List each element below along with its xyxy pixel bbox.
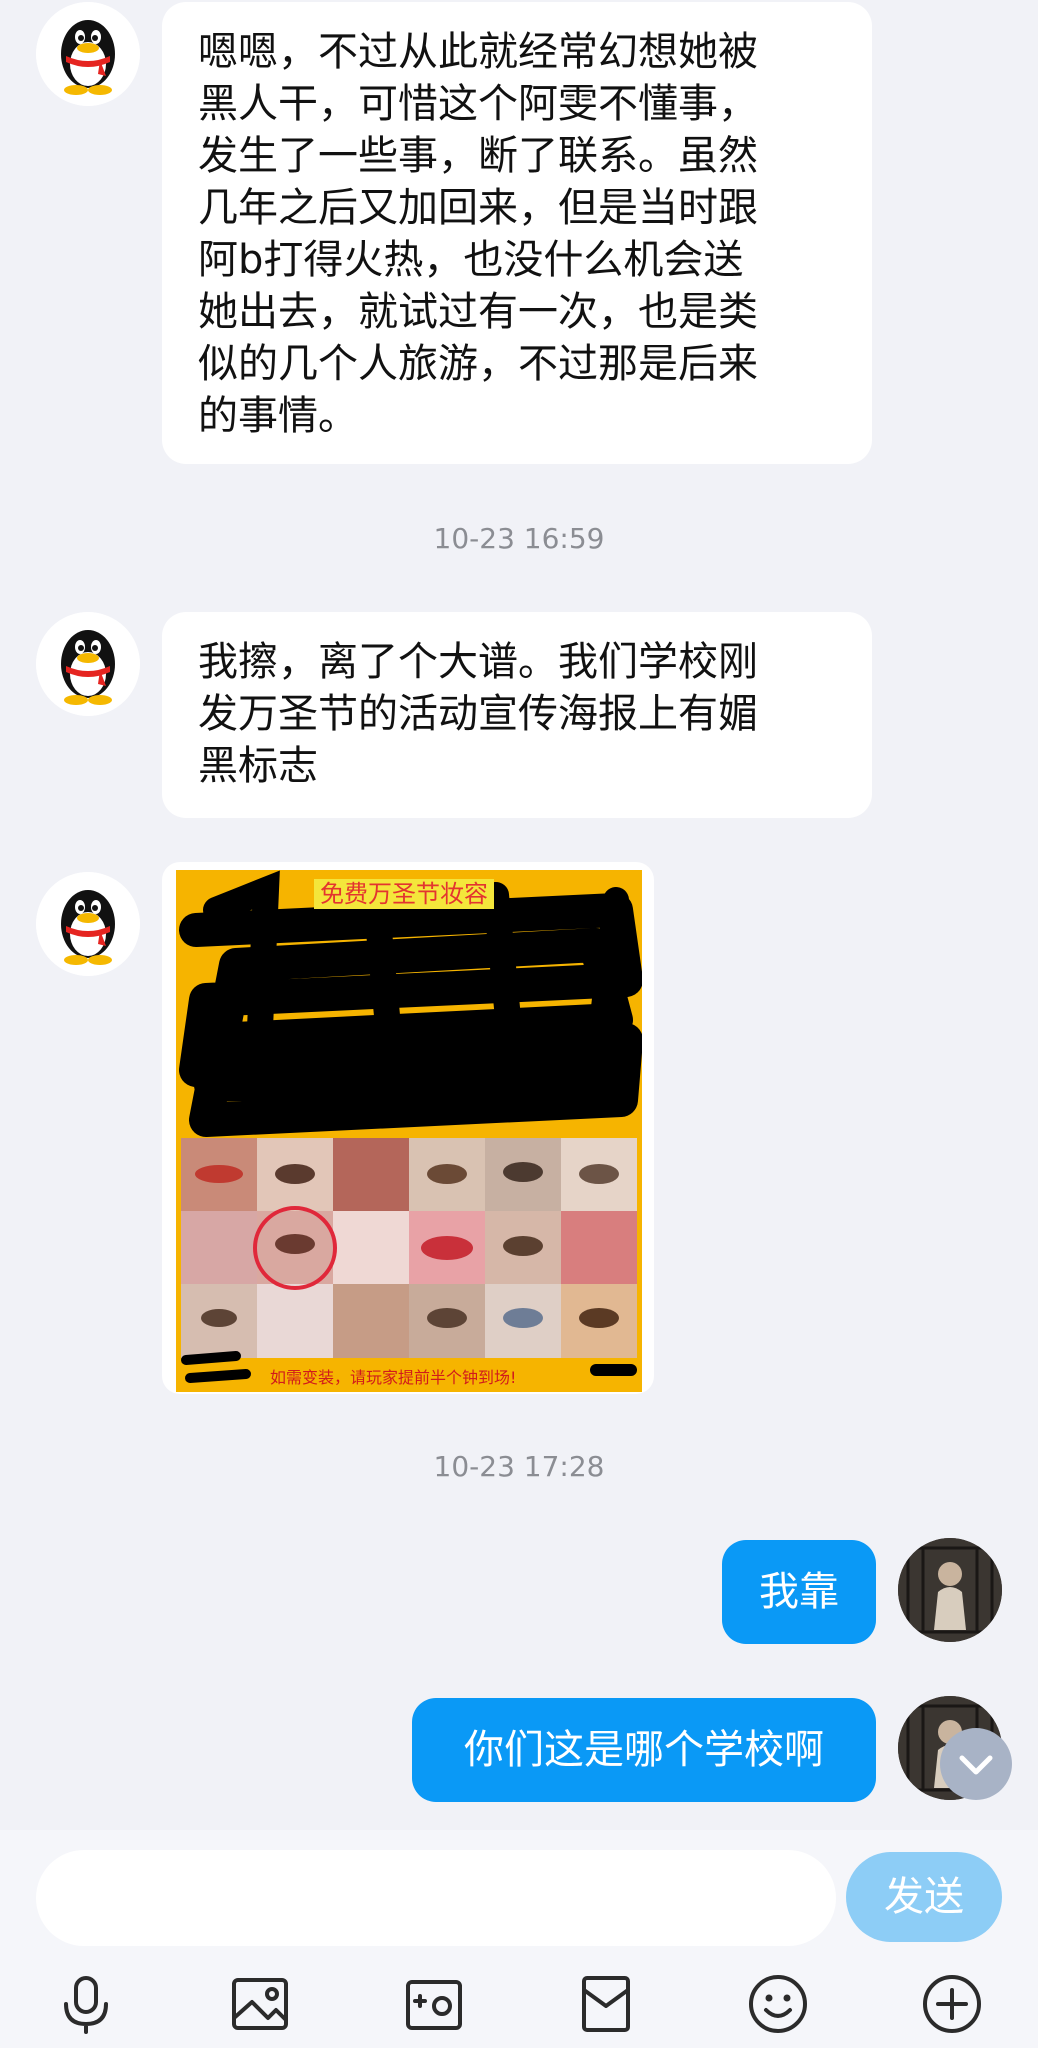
outgoing-message[interactable]: 我靠 — [722, 1540, 876, 1644]
composer-bar: 发送 — [0, 1830, 1038, 2048]
image-icon[interactable] — [224, 1968, 296, 2040]
timestamp: 10-23 17:28 — [433, 1450, 605, 1483]
incoming-message[interactable]: 我擦，离了个大谱。我们学校刚 发万圣节的活动宣传海报上有媚 黑标志 — [162, 612, 872, 818]
send-button[interactable]: 发送 — [846, 1852, 1002, 1942]
my-avatar[interactable] — [898, 1538, 1002, 1642]
penguin-icon — [36, 2, 140, 106]
poster-image: 免费万圣节妆容 如需变装，请玩家提前半个钟到场! — [176, 870, 642, 1392]
poster-title: 免费万圣节妆容 — [314, 879, 494, 909]
red-packet-icon[interactable] — [570, 1968, 642, 2040]
penguin-icon — [36, 872, 140, 976]
scroll-to-bottom-button[interactable] — [940, 1728, 1012, 1800]
penguin-icon — [36, 612, 140, 716]
user-photo-icon — [898, 1538, 1002, 1642]
outgoing-message[interactable]: 你们这是哪个学校啊 — [412, 1698, 876, 1802]
microphone-icon[interactable] — [50, 1968, 122, 2040]
timestamp: 10-23 16:59 — [433, 522, 605, 555]
camera-icon[interactable] — [398, 1968, 470, 2040]
contact-avatar[interactable] — [36, 2, 140, 106]
plus-icon[interactable] — [916, 1968, 988, 2040]
message-input[interactable] — [36, 1850, 836, 1946]
contact-avatar[interactable] — [36, 612, 140, 716]
redaction-scribble — [179, 870, 642, 1383]
emoji-icon[interactable] — [742, 1968, 814, 2040]
contact-avatar[interactable] — [36, 872, 140, 976]
chevron-down-icon — [959, 1755, 993, 1775]
incoming-message[interactable]: 嗯嗯，不过从此就经常幻想她被 黑人干，可惜这个阿雯不懂事， 发生了一些事，断了联… — [162, 2, 872, 464]
poster-footer: 如需变装，请玩家提前半个钟到场! — [270, 1368, 517, 1387]
image-message[interactable]: 免费万圣节妆容 如需变装，请玩家提前半个钟到场! — [162, 862, 654, 1394]
